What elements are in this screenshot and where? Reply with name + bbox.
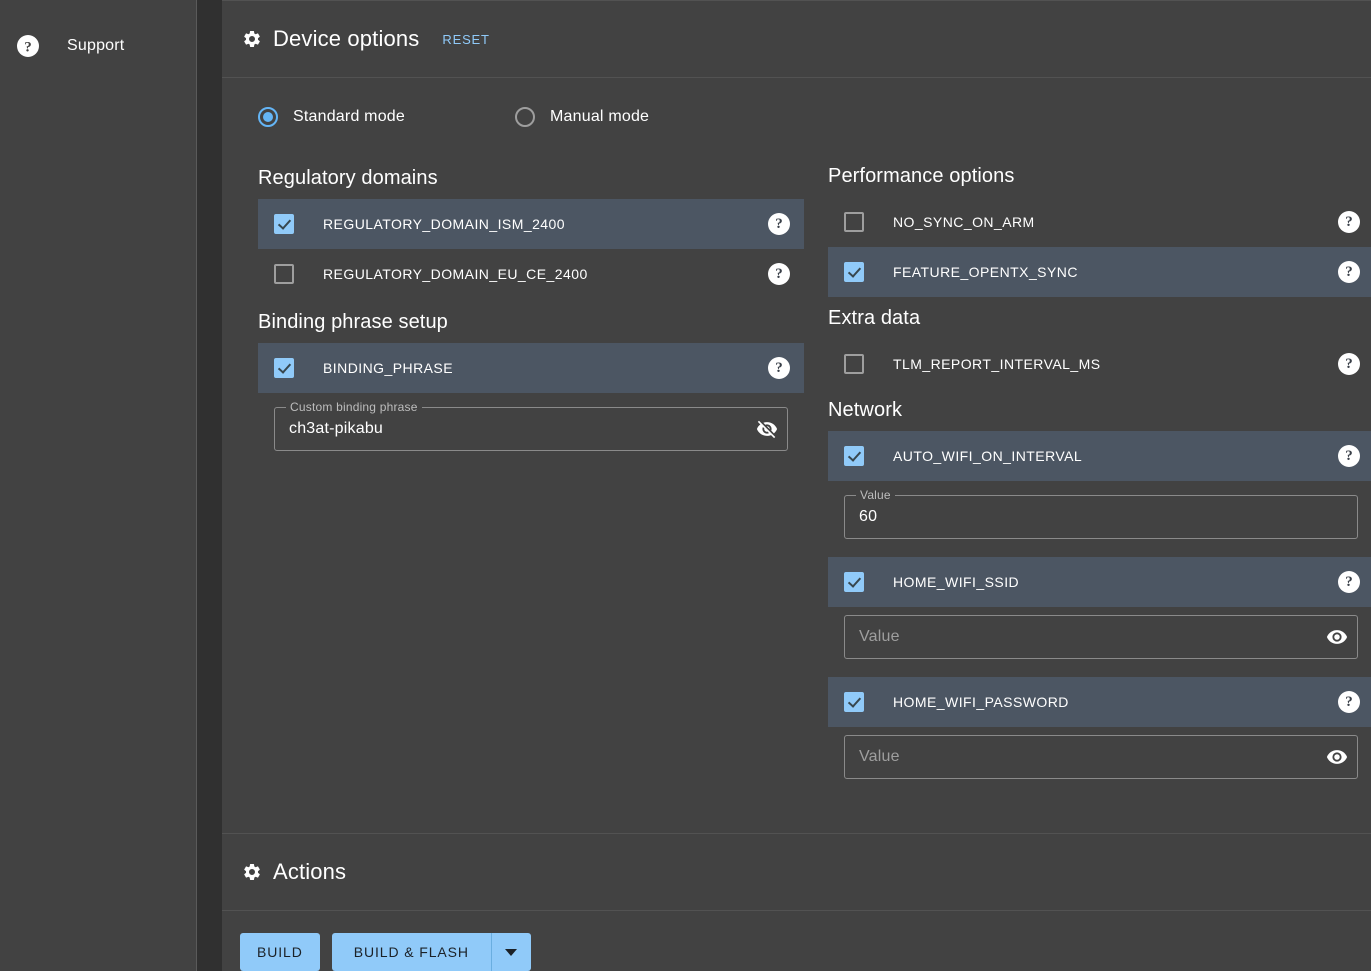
help-icon[interactable]: ? <box>1338 261 1360 283</box>
checkbox-icon[interactable] <box>274 264 294 284</box>
help-icon[interactable]: ? <box>1338 691 1360 713</box>
sidebar-item-serial-monitor[interactable]: Serial Monitor <box>0 0 196 14</box>
option-label: BINDING_PHRASE <box>323 360 768 376</box>
checkbox-icon[interactable] <box>844 692 864 712</box>
actions-buttons: BUILD BUILD & FLASH <box>222 911 1371 971</box>
left-column: Regulatory domains REGULATORY_DOMAIN_ISM… <box>258 155 804 779</box>
checkbox-icon[interactable] <box>274 214 294 234</box>
help-icon[interactable]: ? <box>1338 353 1360 375</box>
gear-icon <box>240 27 264 51</box>
help-icon[interactable]: ? <box>768 263 790 285</box>
option-row-feature-opentx-sync[interactable]: FEATURE_OPENTX_SYNC ? <box>828 247 1371 297</box>
field-legend: Value <box>856 488 895 502</box>
app-root: Serial Monitor ? Support Device options … <box>0 0 1371 971</box>
help-icon[interactable]: ? <box>1338 211 1360 233</box>
checkbox-icon[interactable] <box>844 262 864 282</box>
radio-standard-mode[interactable]: Standard mode <box>258 107 405 127</box>
actions-title: Actions <box>273 859 346 885</box>
panel-gutter <box>197 0 222 971</box>
help-icon[interactable]: ? <box>768 357 790 379</box>
option-label: FEATURE_OPENTX_SYNC <box>893 264 1338 280</box>
radio-manual-mode[interactable]: Manual mode <box>515 107 649 127</box>
home-wifi-password-value-field[interactable]: Value <box>844 735 1358 779</box>
options-columns: Regulatory domains REGULATORY_DOMAIN_ISM… <box>240 155 1353 779</box>
help-icon[interactable]: ? <box>1338 571 1360 593</box>
checkbox-icon[interactable] <box>844 446 864 466</box>
option-label: AUTO_WIFI_ON_INTERVAL <box>893 448 1338 464</box>
checkbox-icon[interactable] <box>844 212 864 232</box>
checkbox-icon[interactable] <box>844 572 864 592</box>
section-title-extra-data: Extra data <box>828 307 1371 330</box>
build-button[interactable]: BUILD <box>240 933 320 971</box>
option-label: REGULATORY_DOMAIN_ISM_2400 <box>323 216 768 232</box>
checkbox-icon[interactable] <box>274 358 294 378</box>
device-options-header: Device options RESET <box>222 0 1371 78</box>
page-title: Device options <box>273 26 419 52</box>
monitor-icon <box>8 0 48 2</box>
help-icon[interactable]: ? <box>768 213 790 235</box>
option-row-auto-wifi-on-interval[interactable]: AUTO_WIFI_ON_INTERVAL ? <box>828 431 1371 481</box>
option-label: TLM_REPORT_INTERVAL_MS <box>893 356 1338 372</box>
option-row-regulatory-domain-ism-2400[interactable]: REGULATORY_DOMAIN_ISM_2400 ? <box>258 199 804 249</box>
radio-label: Manual mode <box>550 108 649 126</box>
option-label: NO_SYNC_ON_ARM <box>893 214 1338 230</box>
sidebar-item-support[interactable]: ? Support <box>0 22 196 70</box>
device-options-body: Standard mode Manual mode Regulatory dom… <box>222 78 1371 833</box>
right-column: Performance options NO_SYNC_ON_ARM ? FEA… <box>828 155 1371 779</box>
sidebar-item-label: Support <box>67 34 124 58</box>
actions-header: Actions <box>222 833 1371 911</box>
svg-text:?: ? <box>24 40 32 56</box>
reset-button[interactable]: RESET <box>442 32 489 47</box>
option-row-home-wifi-password[interactable]: HOME_WIFI_PASSWORD ? <box>828 677 1371 727</box>
gear-icon <box>240 860 264 884</box>
option-label: REGULATORY_DOMAIN_EU_CE_2400 <box>323 266 768 282</box>
custom-binding-phrase-field[interactable]: Custom binding phrase ch3at-pikabu <box>274 407 788 451</box>
section-title-regulatory-domains: Regulatory domains <box>258 167 804 190</box>
radio-mark-icon <box>515 107 535 127</box>
sidebar-item-label: Serial Monitor <box>67 0 169 2</box>
chevron-down-icon <box>505 949 517 956</box>
visibility-icon[interactable] <box>1325 745 1349 769</box>
build-and-flash-dropdown-button[interactable] <box>491 933 531 971</box>
visibility-off-icon[interactable] <box>755 417 779 441</box>
help-icon[interactable]: ? <box>1338 445 1360 467</box>
section-title-binding-phrase-setup: Binding phrase setup <box>258 311 804 334</box>
auto-wifi-interval-field-wrap: Value 60 <box>828 495 1371 539</box>
option-row-regulatory-domain-eu-ce-2400[interactable]: REGULATORY_DOMAIN_EU_CE_2400 ? <box>258 249 804 299</box>
mode-radio-group: Standard mode Manual mode <box>240 78 1353 155</box>
binding-phrase-field-wrap: Custom binding phrase ch3at-pikabu <box>258 407 804 451</box>
field-placeholder: Value <box>859 628 1325 646</box>
option-label: HOME_WIFI_SSID <box>893 574 1338 590</box>
main-panel: Device options RESET Standard mode Manua… <box>222 0 1371 971</box>
checkbox-icon[interactable] <box>844 354 864 374</box>
help-circle-icon: ? <box>8 34 48 58</box>
field-value: 60 <box>859 508 1349 526</box>
auto-wifi-interval-value-field[interactable]: Value 60 <box>844 495 1358 539</box>
radio-label: Standard mode <box>293 108 405 126</box>
option-row-binding-phrase[interactable]: BINDING_PHRASE ? <box>258 343 804 393</box>
option-row-home-wifi-ssid[interactable]: HOME_WIFI_SSID ? <box>828 557 1371 607</box>
option-row-no-sync-on-arm[interactable]: NO_SYNC_ON_ARM ? <box>828 197 1371 247</box>
field-value: ch3at-pikabu <box>289 420 755 438</box>
field-placeholder: Value <box>859 748 1325 766</box>
option-row-tlm-report-interval-ms[interactable]: TLM_REPORT_INTERVAL_MS ? <box>828 339 1371 389</box>
home-wifi-ssid-field-wrap: Value <box>828 615 1371 659</box>
build-and-flash-split-button: BUILD & FLASH <box>332 933 531 971</box>
section-title-network: Network <box>828 399 1371 422</box>
home-wifi-ssid-value-field[interactable]: Value <box>844 615 1358 659</box>
field-legend: Custom binding phrase <box>286 400 422 414</box>
build-and-flash-button[interactable]: BUILD & FLASH <box>332 933 491 971</box>
home-wifi-password-field-wrap: Value <box>828 735 1371 779</box>
visibility-icon[interactable] <box>1325 625 1349 649</box>
actions-block: Actions BUILD BUILD & FLASH <box>222 833 1371 971</box>
section-title-performance-options: Performance options <box>828 165 1371 188</box>
option-label: HOME_WIFI_PASSWORD <box>893 694 1338 710</box>
sidebar: Serial Monitor ? Support <box>0 0 197 971</box>
radio-mark-icon <box>258 107 278 127</box>
